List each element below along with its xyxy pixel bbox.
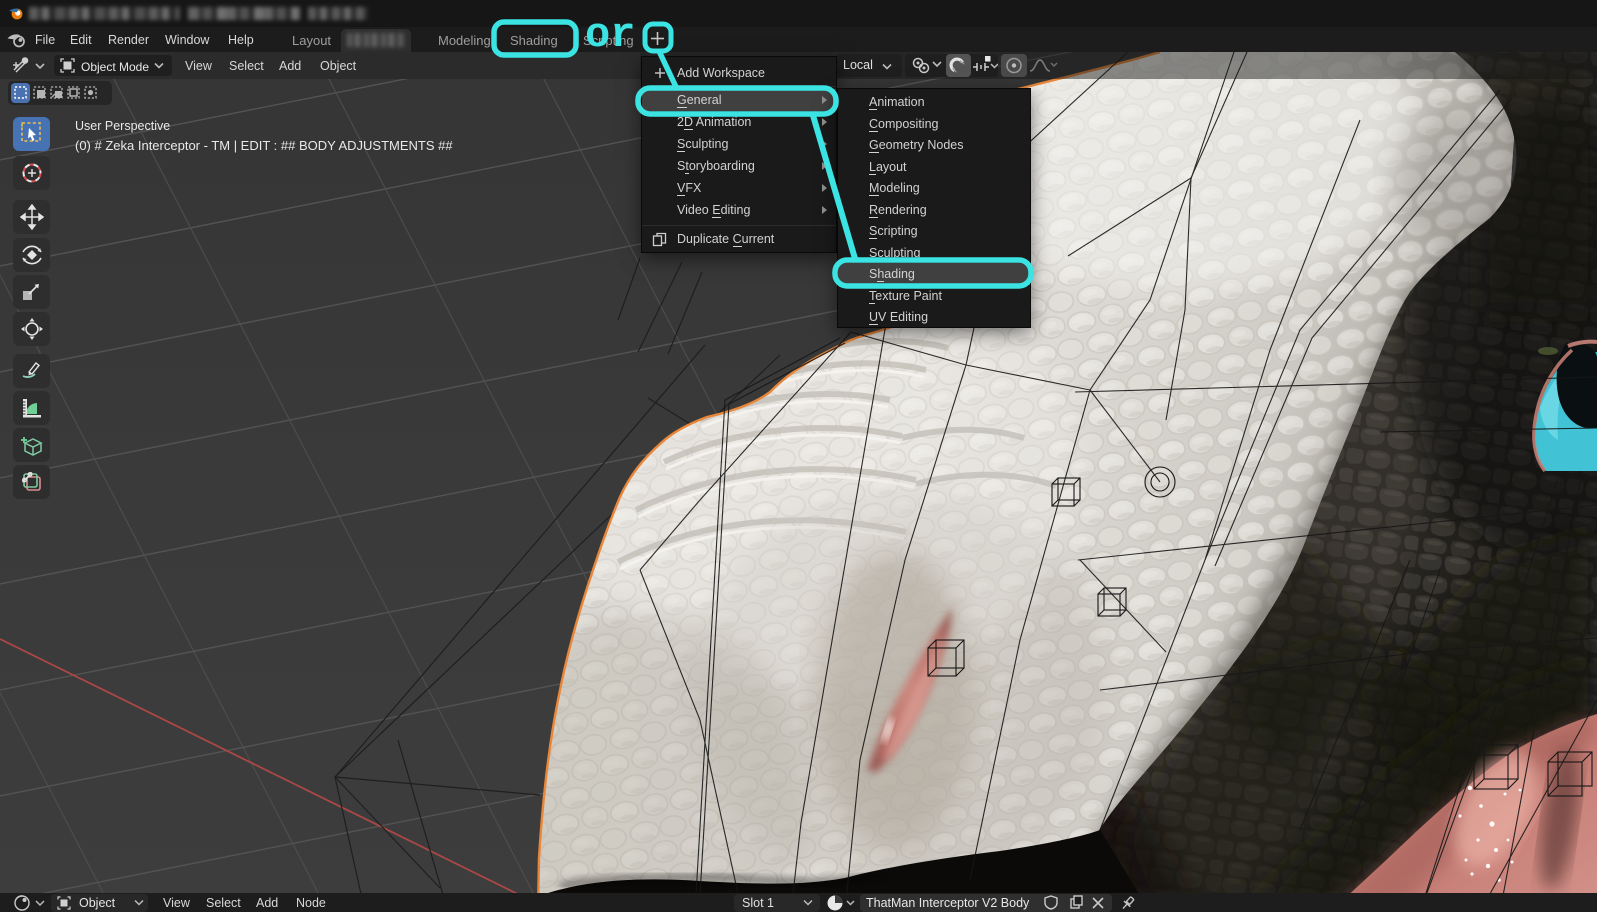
svg-text:or: or bbox=[585, 11, 635, 59]
